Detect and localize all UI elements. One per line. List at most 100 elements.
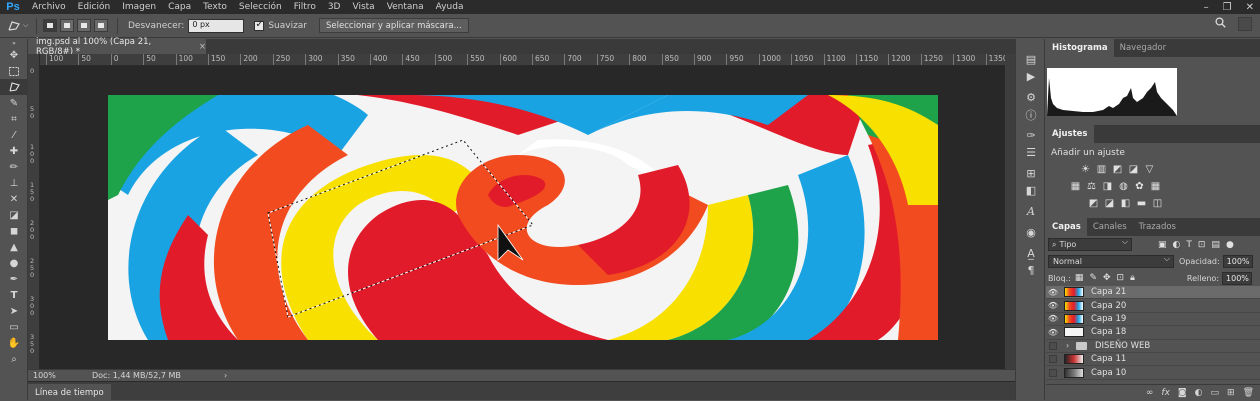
- properties-icon[interactable]: ☰: [1016, 144, 1046, 161]
- visibility-eye-icon[interactable]: 👁︎: [1046, 288, 1060, 297]
- type-tool-icon[interactable]: T: [0, 287, 28, 303]
- tab-layers[interactable]: Capas: [1046, 218, 1087, 236]
- tab-channels[interactable]: Canales: [1087, 218, 1133, 236]
- expand-arrow-icon[interactable]: ›: [1066, 341, 1076, 350]
- menu-seleccion[interactable]: Selección: [233, 2, 288, 12]
- actions-play-icon[interactable]: ▶: [1016, 68, 1046, 85]
- link-layers-icon[interactable]: ∞: [1146, 388, 1154, 398]
- feather-input[interactable]: 0 px: [188, 18, 245, 33]
- menu-ayuda[interactable]: Ayuda: [430, 2, 470, 12]
- menu-imagen[interactable]: Imagen: [116, 2, 162, 12]
- minimize-icon[interactable]: –: [1204, 2, 1209, 13]
- posterize-icon[interactable]: ◪: [1104, 198, 1115, 209]
- selective-color-icon[interactable]: ◫: [1152, 198, 1163, 209]
- brushes-icon[interactable]: ✑: [1016, 127, 1046, 144]
- marquee-tool-icon[interactable]: [0, 63, 28, 79]
- new-layer-icon[interactable]: ⊞: [1227, 388, 1235, 398]
- add-mask-icon[interactable]: ◙: [1178, 388, 1187, 398]
- brush-tool-icon[interactable]: ✏: [0, 159, 28, 175]
- invert-icon[interactable]: ◩: [1088, 198, 1099, 209]
- zoom-level[interactable]: 100%: [28, 371, 74, 380]
- lock-transparency-icon[interactable]: ▦: [1075, 273, 1084, 283]
- clone-stamp-tool-icon[interactable]: ⊥: [0, 175, 28, 191]
- delete-layer-icon[interactable]: 🗑︎: [1243, 388, 1254, 398]
- channels-icon[interactable]: ◉: [1016, 224, 1046, 241]
- menu-texto[interactable]: Texto: [197, 2, 233, 12]
- intersect-selection-button[interactable]: [94, 19, 108, 32]
- tab-paths[interactable]: Trazados: [1133, 218, 1182, 236]
- visibility-eye-icon[interactable]: 👁︎: [1046, 314, 1060, 323]
- status-menu-arrow[interactable]: ›: [224, 371, 227, 380]
- path-selection-tool-icon[interactable]: ➤: [0, 303, 28, 319]
- threshold-icon[interactable]: ◧: [1120, 198, 1131, 209]
- layer-group-row[interactable]: › DISEÑO WEB: [1046, 340, 1260, 353]
- filter-toggle-icon[interactable]: ●: [1226, 240, 1234, 250]
- collapse-tools-icon[interactable]: »: [0, 39, 28, 47]
- paint-bucket-tool-icon[interactable]: ◼: [0, 223, 28, 239]
- gradient-map-icon[interactable]: ▬: [1136, 198, 1147, 209]
- layer-row[interactable]: 👁︎ Capa 19: [1046, 313, 1260, 327]
- zoom-tool-icon[interactable]: ⌕: [0, 351, 28, 367]
- visibility-toggle-off[interactable]: [1046, 341, 1060, 350]
- character-style-icon[interactable]: A̲: [1016, 245, 1046, 262]
- channel-mixer-icon[interactable]: ✿: [1134, 181, 1145, 192]
- timeline-tab[interactable]: Línea de tiempo: [28, 384, 111, 401]
- move-tool-icon[interactable]: ✥: [0, 47, 28, 63]
- layer-row[interactable]: 👁︎ Capa 20: [1046, 299, 1260, 313]
- libraries-icon[interactable]: ⊞: [1016, 165, 1046, 182]
- vibrance-icon[interactable]: ▽: [1144, 164, 1155, 175]
- brightness-contrast-icon[interactable]: ☀: [1080, 164, 1091, 175]
- layer-row[interactable]: 👁︎ Capa 18: [1046, 326, 1260, 340]
- pen-tool-icon[interactable]: ✒: [0, 271, 28, 287]
- menu-vista[interactable]: Vista: [346, 2, 380, 12]
- hand-tool-icon[interactable]: ✋: [0, 335, 28, 351]
- vertical-scrollbar[interactable]: [1005, 54, 1015, 369]
- color-lookup-icon[interactable]: ▦: [1150, 181, 1161, 192]
- visibility-toggle-off[interactable]: [1046, 355, 1060, 364]
- menu-archivo[interactable]: Archivo: [26, 2, 72, 12]
- lock-all-icon[interactable]: 🔒︎: [1130, 273, 1135, 283]
- add-selection-button[interactable]: [60, 19, 74, 32]
- close-tab-icon[interactable]: ×: [199, 42, 206, 52]
- styles-icon[interactable]: ◧: [1016, 182, 1046, 199]
- lock-artboard-icon[interactable]: ⊡: [1117, 273, 1125, 283]
- fill-input[interactable]: 100%: [1222, 271, 1253, 285]
- lock-image-icon[interactable]: ✎: [1089, 273, 1097, 283]
- adjustment-filter-icon[interactable]: ◐: [1173, 240, 1181, 250]
- opacity-input[interactable]: 100%: [1222, 255, 1253, 268]
- brush-settings-icon[interactable]: ⚙: [1016, 89, 1046, 106]
- curves-icon[interactable]: ◩: [1112, 164, 1123, 175]
- new-group-icon[interactable]: ▭: [1211, 388, 1220, 398]
- shape-filter-icon[interactable]: ⊡: [1198, 240, 1206, 250]
- lasso-tool-icon[interactable]: [0, 79, 28, 95]
- history-brush-tool-icon[interactable]: ✕: [0, 191, 28, 207]
- tab-adjustments[interactable]: Ajustes: [1046, 125, 1094, 143]
- shape-tool-icon[interactable]: ▭: [0, 319, 28, 335]
- color-balance-icon[interactable]: ⚖: [1086, 181, 1097, 192]
- pixel-filter-icon[interactable]: ▣: [1158, 240, 1167, 250]
- eraser-tool-icon[interactable]: ◪: [0, 207, 28, 223]
- exposure-icon[interactable]: ◪: [1128, 164, 1139, 175]
- restore-icon[interactable]: ❐: [1223, 2, 1232, 13]
- character-icon[interactable]: A: [1016, 203, 1046, 220]
- menu-capa[interactable]: Capa: [162, 2, 197, 12]
- search-icon[interactable]: [1215, 17, 1226, 31]
- horizontal-ruler[interactable]: 100 50 0 50 100 150 200 250 300 350 400 450 500 550 60…: [40, 54, 1005, 66]
- menu-edicion[interactable]: Edición: [72, 2, 117, 12]
- new-adjustment-layer-icon[interactable]: ◐: [1195, 388, 1203, 398]
- info-icon[interactable]: ⓘ: [1016, 106, 1046, 123]
- close-icon[interactable]: ✕: [1246, 2, 1254, 13]
- layer-style-icon[interactable]: fx: [1161, 388, 1170, 398]
- smart-object-filter-icon[interactable]: ▤: [1211, 240, 1220, 250]
- blur-tool-icon[interactable]: ▲: [0, 239, 28, 255]
- lollipop-image[interactable]: [108, 95, 938, 340]
- healing-brush-tool-icon[interactable]: ✚: [0, 143, 28, 159]
- eyedropper-tool-icon[interactable]: ⁄: [0, 127, 28, 143]
- visibility-toggle-off[interactable]: [1046, 368, 1060, 377]
- dodge-tool-icon[interactable]: ●: [0, 255, 28, 271]
- layer-filter-select[interactable]: ⌕ Tipo: [1048, 237, 1132, 251]
- workspace-switcher[interactable]: [1238, 17, 1252, 31]
- lock-position-icon[interactable]: ✥: [1103, 273, 1111, 283]
- tab-histogram[interactable]: Histograma: [1046, 39, 1114, 57]
- quick-selection-tool-icon[interactable]: ✎: [0, 95, 28, 111]
